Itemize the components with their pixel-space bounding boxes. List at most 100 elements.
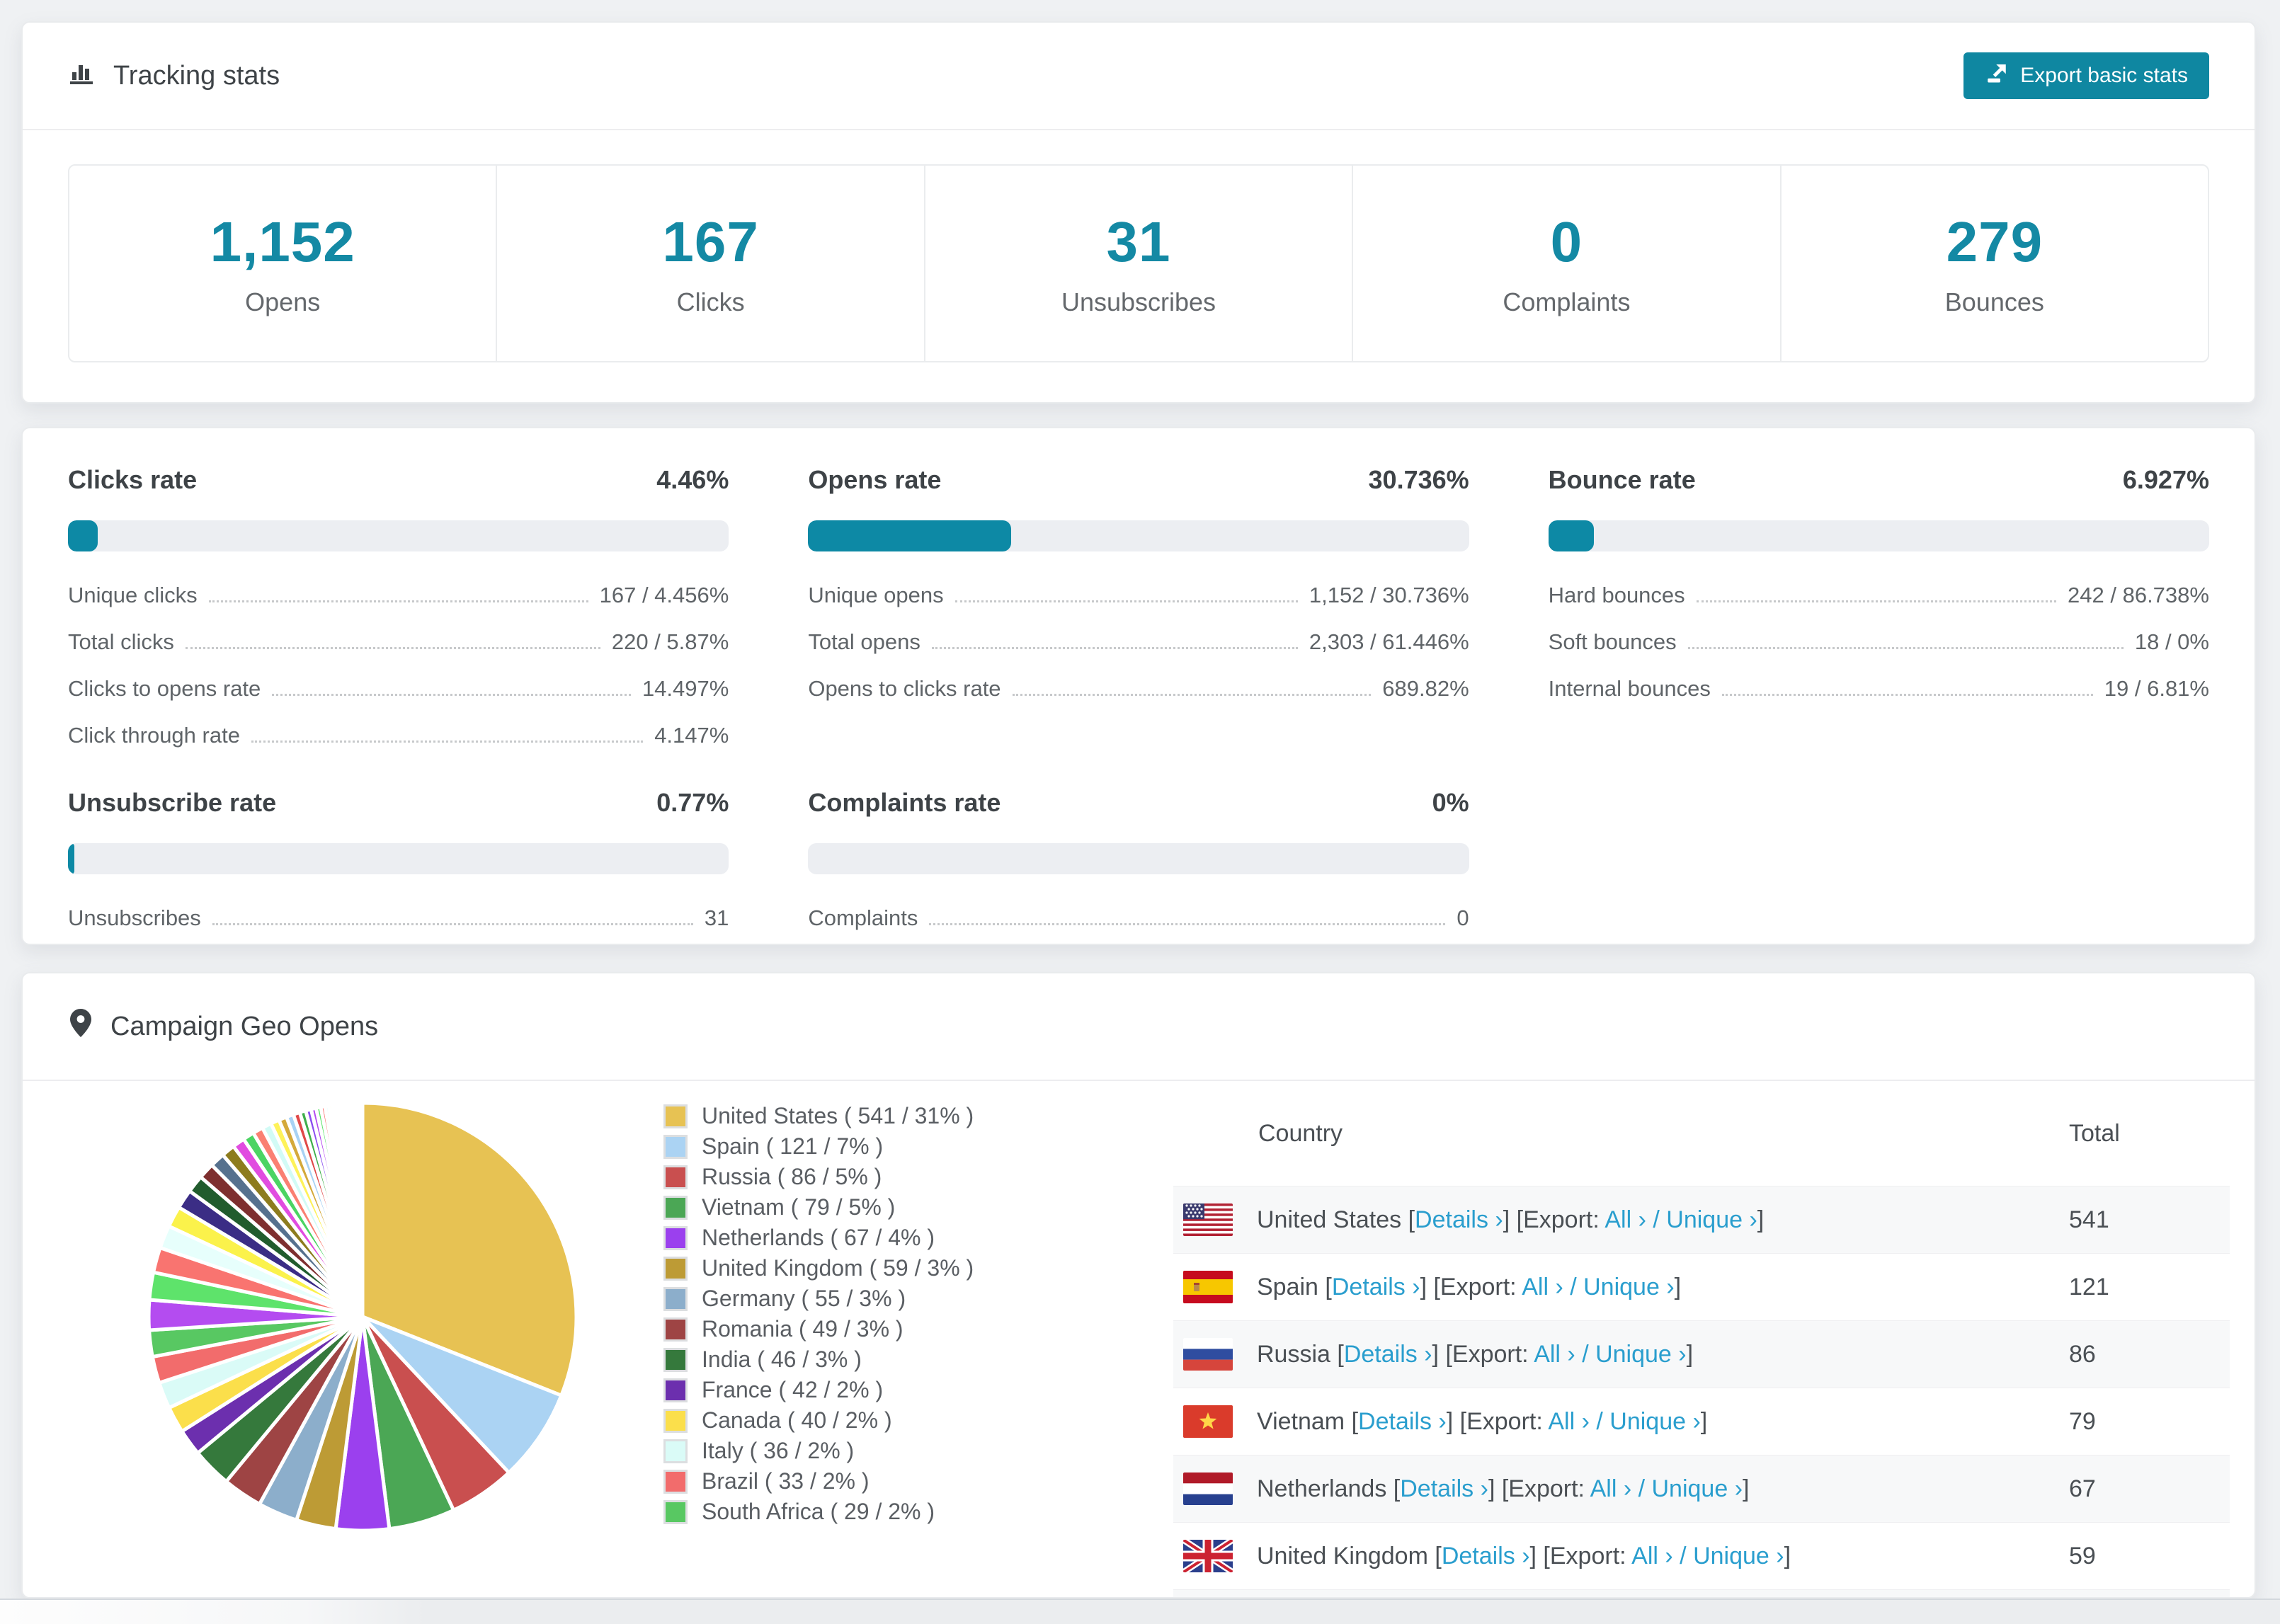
- legend-item: India ( 46 / 3% ): [663, 1344, 974, 1375]
- flag-vn-icon: [1183, 1405, 1233, 1438]
- rate-value: 0%: [1432, 788, 1469, 817]
- rate-title: Opens rate: [808, 465, 942, 494]
- rate-progress-fill: [1548, 520, 1595, 551]
- flag-us-icon: [1183, 1203, 1233, 1236]
- geo-export-unique-link[interactable]: Unique ›: [1693, 1543, 1784, 1569]
- stat-value: 31: [1106, 210, 1171, 273]
- rate-progress-fill: [808, 520, 1012, 551]
- legend-label: Spain ( 121 / 7% ): [702, 1133, 884, 1159]
- rate-progress-track: [68, 520, 729, 551]
- rate-detail-value: 242 / 86.738%: [2068, 583, 2209, 607]
- geo-export-all-link[interactable]: All ›: [1548, 1408, 1590, 1435]
- geo-export-unique-link[interactable]: Unique ›: [1666, 1206, 1757, 1233]
- legend-label: South Africa ( 29 / 2% ): [702, 1499, 935, 1524]
- rate-title: Unsubscribe rate: [68, 788, 277, 817]
- rate-title: Bounce rate: [1548, 465, 1696, 494]
- legend-swatch: [663, 1317, 688, 1342]
- tracking-stats-title: Tracking stats: [68, 58, 280, 93]
- geo-details-link[interactable]: Details ›: [1332, 1274, 1420, 1300]
- rate-title-row: Clicks rate 4.46%: [68, 465, 729, 495]
- stat-label: Bounces: [1944, 287, 2044, 316]
- geo-export-all-link[interactable]: All ›: [1604, 1206, 1646, 1233]
- rate-detail-label: Unsubscribes: [68, 905, 201, 930]
- rate-progress-track: [808, 520, 1469, 551]
- tracking-stats-title-text: Tracking stats: [113, 60, 280, 91]
- rate-detail-label: Total opens: [808, 629, 920, 654]
- geo-export-all-link[interactable]: All ›: [1590, 1475, 1632, 1502]
- geo-table-header: Country Total: [1173, 1081, 2230, 1186]
- stat-label: Unsubscribes: [1061, 287, 1216, 316]
- geo-export-all-link[interactable]: All ›: [1534, 1341, 1575, 1368]
- geo-export-unique-link[interactable]: Unique ›: [1609, 1408, 1701, 1435]
- stats-strip: 1,152 Opens 167 Clicks 31 Unsubscribes 0 Compla…: [68, 164, 2209, 362]
- geo-export-prefix: Export:: [1549, 1542, 1626, 1569]
- rate-progress-track: [808, 843, 1469, 874]
- legend-item: United States ( 541 / 31% ): [663, 1101, 974, 1131]
- geo-details-link[interactable]: Details ›: [1415, 1206, 1503, 1233]
- pie-slice-55: [360, 1101, 365, 1319]
- rate-value: 6.927%: [2122, 465, 2209, 494]
- rate-details: Hard bounces 242 / 86.738% Soft bounces 18 …: [1549, 583, 2209, 702]
- legend-swatch: [663, 1439, 688, 1463]
- geo-export-slash: /: [1575, 1340, 1596, 1368]
- rate-detail-label: Soft bounces: [1548, 629, 1677, 654]
- geo-country-name: Netherlands: [1257, 1475, 1387, 1502]
- rate-detail-row: Unique clicks 167 / 4.456%: [68, 583, 729, 608]
- geo-row-text: United States [Details ›] [Export: All ›…: [1257, 1206, 1765, 1233]
- rate-detail-row: Click through rate 4.147%: [68, 723, 729, 748]
- rate-detail-row: Soft bounces 18 / 0%: [1549, 629, 2209, 655]
- dotted-leader: [185, 647, 600, 649]
- geo-export-slash: /: [1646, 1206, 1667, 1233]
- geo-details-link[interactable]: Details ›: [1358, 1408, 1447, 1435]
- rate-progress-fill: [68, 843, 74, 874]
- rate-detail-value: 689.82%: [1382, 676, 1469, 701]
- rate-detail-value: 1,152 / 30.736%: [1309, 583, 1469, 607]
- rate-title-row: Bounce rate 6.927%: [1549, 465, 2209, 495]
- rate-detail-value: 220 / 5.87%: [611, 629, 729, 654]
- stat-cell: 279 Bounces: [1782, 166, 2208, 361]
- geo-row-text: Vietnam [Details ›] [Export: All › / Uni…: [1257, 1407, 1708, 1435]
- geo-export-all-link[interactable]: All ›: [1522, 1274, 1563, 1300]
- legend-label: India ( 46 / 3% ): [702, 1346, 862, 1372]
- geo-export-unique-link[interactable]: Unique ›: [1595, 1341, 1687, 1368]
- legend-label: Netherlands ( 67 / 4% ): [702, 1225, 935, 1250]
- legend-swatch: [663, 1256, 688, 1281]
- stat-cell: 31 Unsubscribes: [925, 166, 1354, 361]
- flag-gb-icon: [1183, 1540, 1233, 1572]
- stat-label: Opens: [245, 287, 321, 316]
- stat-value: 167: [662, 210, 759, 273]
- export-basic-stats-button[interactable]: Export basic stats: [1963, 52, 2209, 99]
- geo-country-name: United Kingdom: [1257, 1542, 1428, 1569]
- geo-export-slash: /: [1631, 1475, 1652, 1502]
- geo-export-unique-link[interactable]: Unique ›: [1652, 1475, 1743, 1502]
- rate-detail-row: Complaints 0: [808, 905, 1469, 931]
- rate-title-row: Opens rate 30.736%: [808, 465, 1469, 495]
- legend-item: Germany ( 55 / 3% ): [663, 1283, 974, 1314]
- geo-col-total: Total: [2069, 1119, 2120, 1147]
- rate-value: 0.77%: [656, 788, 729, 817]
- export-icon: [1985, 61, 2009, 91]
- legend-label: Russia ( 86 / 5% ): [702, 1164, 882, 1189]
- dotted-leader: [208, 600, 588, 602]
- geo-details-link[interactable]: Details ›: [1400, 1475, 1488, 1502]
- geo-row-total: 86: [2069, 1340, 2096, 1368]
- geo-country-name: Spain: [1257, 1273, 1318, 1300]
- bar-chart-icon: [68, 58, 96, 93]
- dotted-leader: [272, 694, 631, 696]
- rate-detail-label: Click through rate: [68, 723, 240, 748]
- rates-card: Clicks rate 4.46% Unique clicks 167 / 4.456…: [21, 427, 2256, 945]
- geo-row-total: 67: [2069, 1475, 2096, 1502]
- geo-details-link[interactable]: Details ›: [1442, 1543, 1530, 1569]
- geo-export-unique-link[interactable]: Unique ›: [1583, 1274, 1675, 1300]
- rate-detail-row: Opens to clicks rate 689.82%: [808, 676, 1469, 702]
- geo-details-link[interactable]: Details ›: [1344, 1341, 1432, 1368]
- rate-detail-label: Unique opens: [808, 583, 944, 607]
- dotted-leader: [212, 923, 693, 925]
- rate-detail-label: Unique clicks: [68, 583, 198, 607]
- legend-item: South Africa ( 29 / 2% ): [663, 1497, 974, 1527]
- geo-pie-chart: [139, 1094, 586, 1540]
- geo-export-all-link[interactable]: All ›: [1631, 1543, 1673, 1569]
- rates-grid: Clicks rate 4.46% Unique clicks 167 / 4.456…: [68, 465, 2209, 931]
- legend-item: Romania ( 49 / 3% ): [663, 1314, 974, 1344]
- rate-detail-row: Total clicks 220 / 5.87%: [68, 629, 729, 655]
